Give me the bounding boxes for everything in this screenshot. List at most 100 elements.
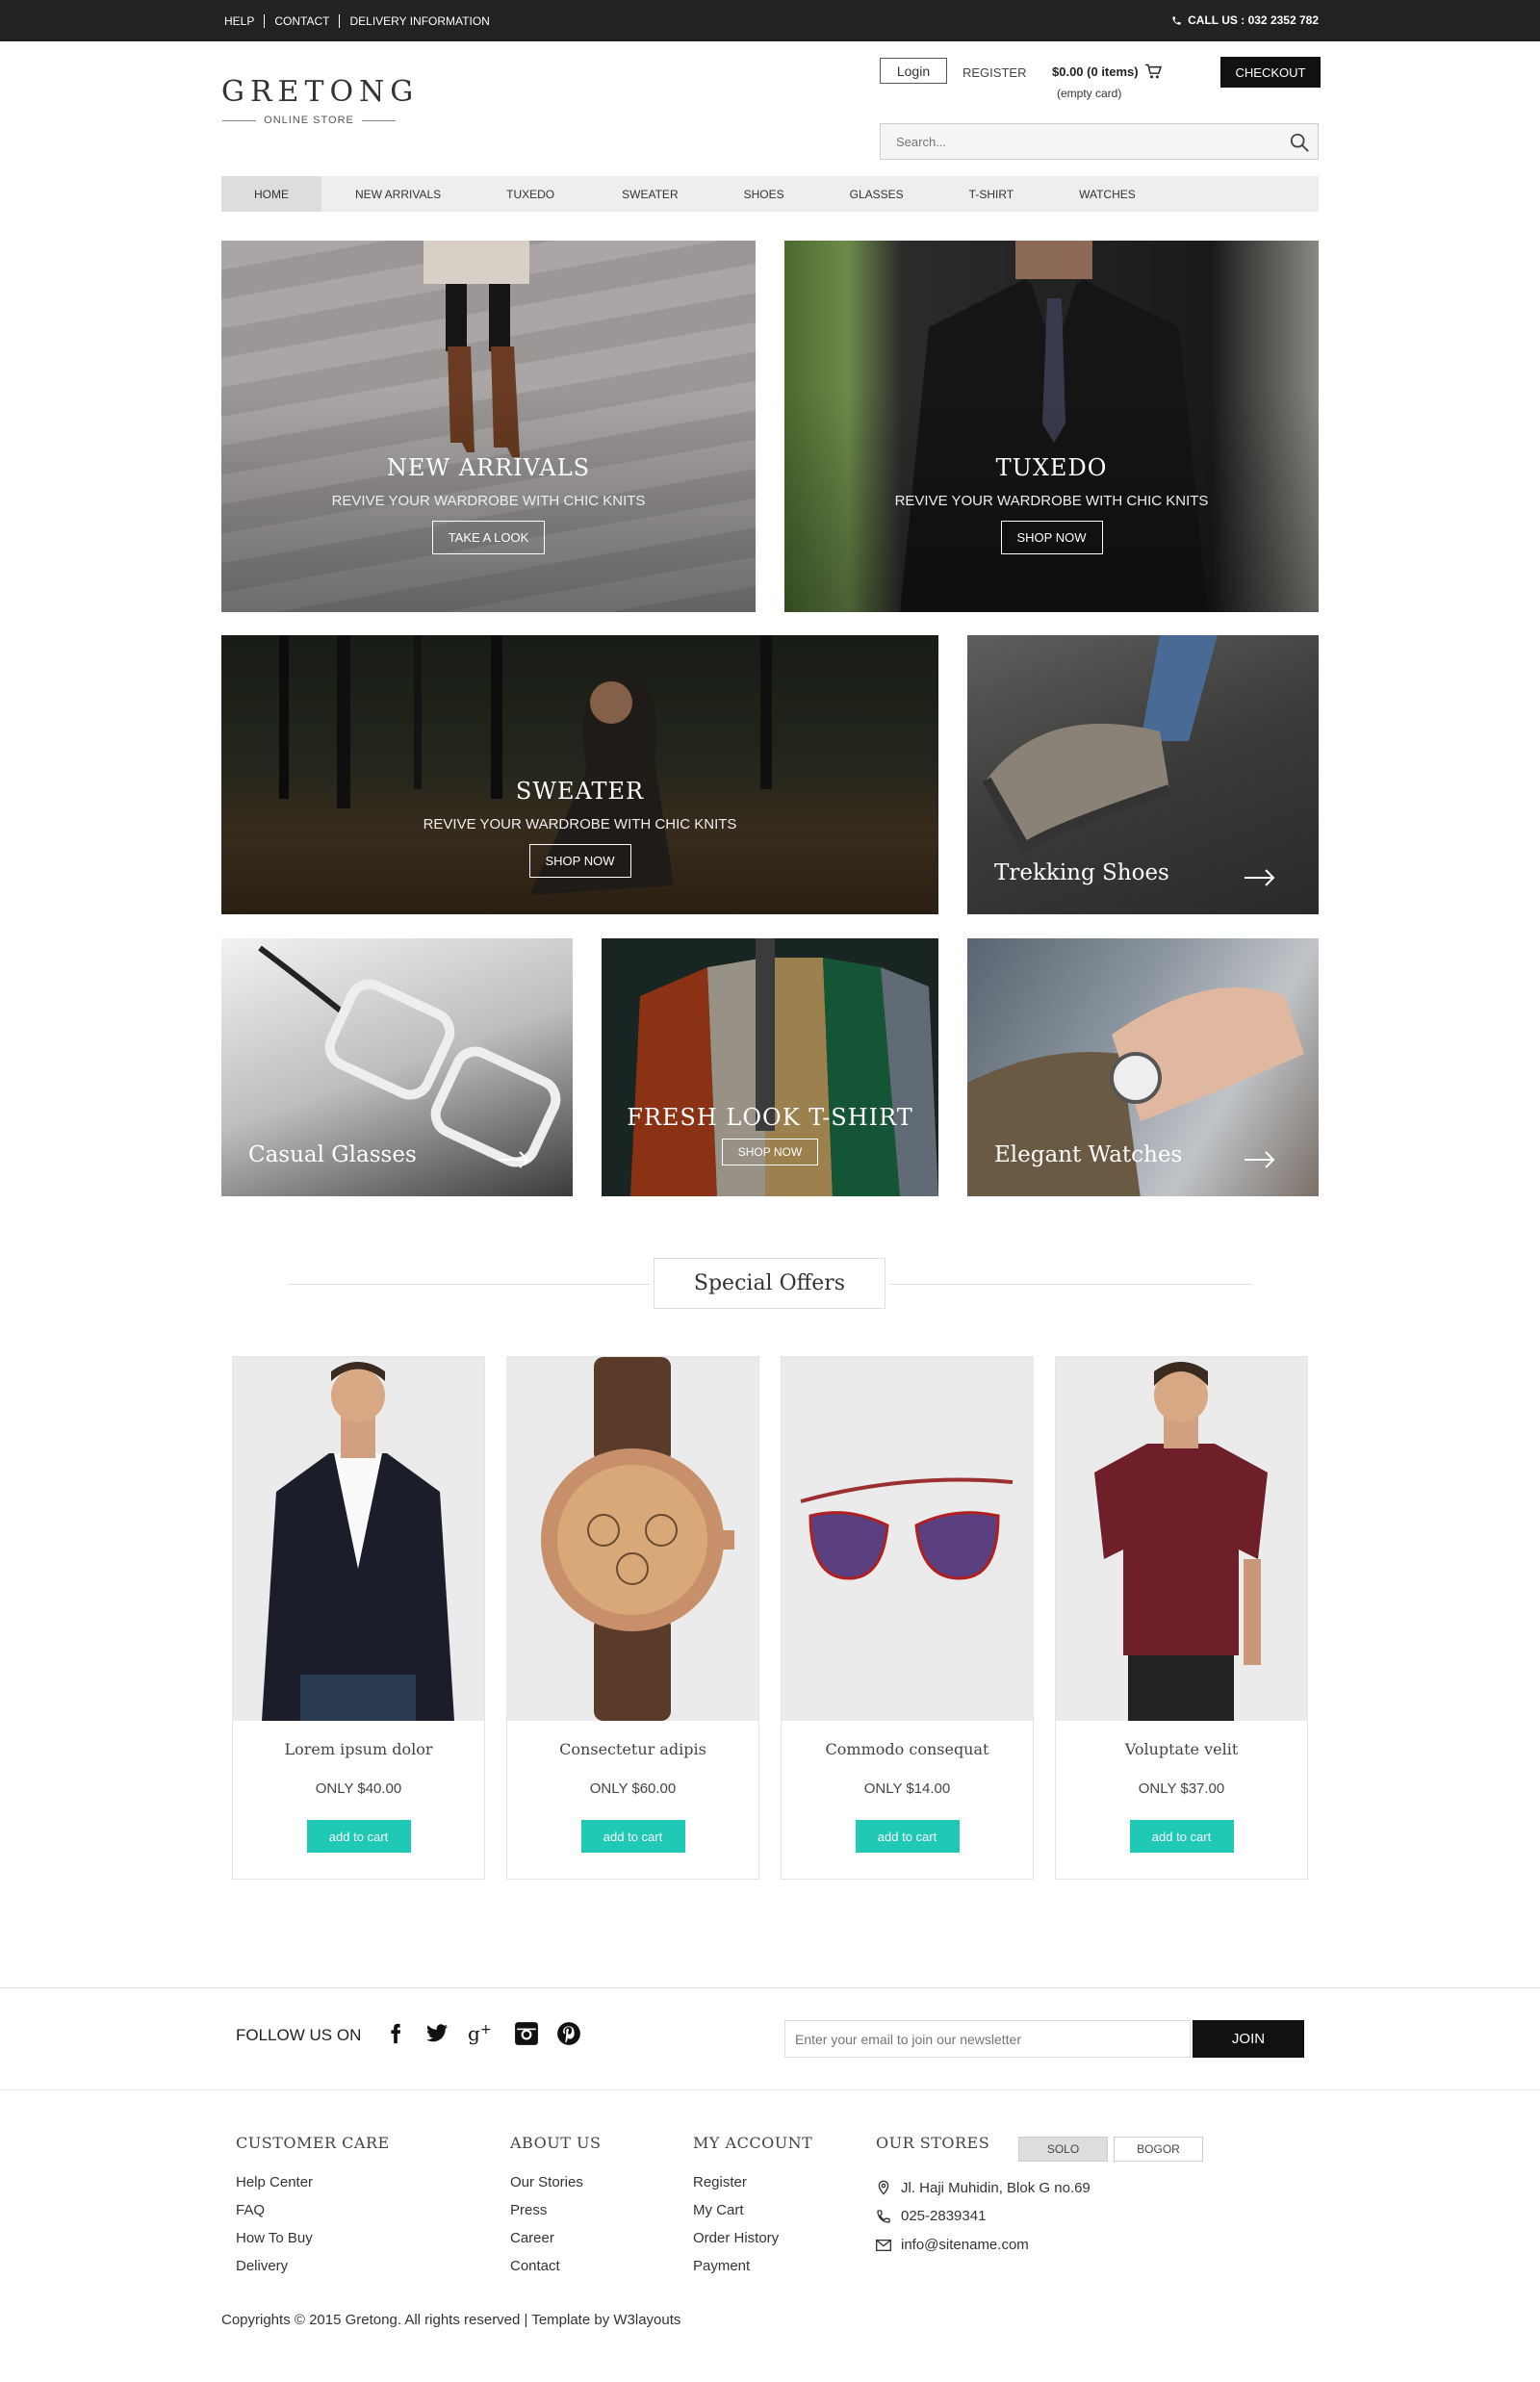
- nav-tshirt[interactable]: T-SHIRT: [904, 176, 1014, 212]
- footer-link[interactable]: Press: [510, 2196, 601, 2224]
- product-price: ONLY $14.00: [863, 1780, 951, 1797]
- banner-sweater[interactable]: SWEATER REVIVE YOUR WARDROBE WITH CHIC K…: [221, 635, 938, 914]
- address-text: Jl. Haji Muhidin, Blok G no.69: [901, 2179, 1091, 2196]
- delivery-info-link[interactable]: DELIVERY INFORMATION: [339, 14, 499, 28]
- footer-link[interactable]: My Cart: [693, 2196, 812, 2224]
- store-email: info@sitename.com: [876, 2237, 1029, 2253]
- social-links: g +: [385, 2021, 581, 2046]
- special-offers-title: Special Offers: [654, 1258, 886, 1309]
- footer-link[interactable]: FAQ: [236, 2196, 390, 2224]
- arrow-right-icon[interactable]: [1245, 1150, 1275, 1169]
- login-button[interactable]: Login: [880, 58, 947, 84]
- nav-home[interactable]: HOME: [221, 176, 321, 212]
- footer-our-stores: OUR STORES: [876, 2134, 989, 2152]
- product-name[interactable]: Voluptate velit: [1056, 1740, 1307, 1758]
- footer-heading: OUR STORES: [876, 2134, 990, 2152]
- pinterest-icon[interactable]: [556, 2021, 581, 2046]
- product-card: Consectetur adipis ONLY $60.00 add to ca…: [506, 1356, 759, 1880]
- product-name[interactable]: Commodo consequat: [782, 1740, 1033, 1758]
- banner-subtitle: REVIVE YOUR WARDROBE WITH CHIC KNITS: [894, 493, 1209, 509]
- mail-icon: [876, 2239, 891, 2251]
- footer-link[interactable]: How To Buy: [236, 2224, 390, 2252]
- cart-total-text: $0.00 (0 items): [1052, 64, 1139, 79]
- footer-link[interactable]: Help Center: [236, 2168, 390, 2196]
- banner-new-arrivals[interactable]: NEW ARRIVALS REVIVE YOUR WARDROBE WITH C…: [221, 241, 756, 612]
- join-button[interactable]: JOIN: [1193, 2020, 1304, 2058]
- banner-subtitle: REVIVE YOUR WARDROBE WITH CHIC KNITS: [423, 816, 737, 832]
- banner-title: SWEATER: [515, 778, 645, 805]
- shop-now-button[interactable]: SHOP NOW: [528, 844, 631, 878]
- svg-text:g: g: [468, 2022, 480, 2045]
- footer-link[interactable]: Payment: [693, 2252, 812, 2280]
- store-phone: 025-2839341: [876, 2208, 986, 2224]
- store-tab-bogor[interactable]: BOGOR: [1114, 2137, 1203, 2162]
- cart-icon: [1144, 64, 1162, 79]
- tshirt-image[interactable]: [1056, 1357, 1307, 1721]
- shop-now-button[interactable]: SHOP NOW: [721, 1139, 819, 1165]
- product-price: ONLY $40.00: [315, 1780, 402, 1797]
- footer-link[interactable]: Register: [693, 2168, 812, 2196]
- checkout-button[interactable]: CHECKOUT: [1220, 57, 1321, 88]
- banner-elegant-watches[interactable]: Elegant Watches: [967, 938, 1319, 1196]
- arrow-right-icon[interactable]: [1245, 868, 1275, 887]
- nav-watches[interactable]: WATCHES: [1014, 176, 1136, 212]
- footer-link[interactable]: Our Stories: [510, 2168, 601, 2196]
- tile-caption: Trekking Shoes: [994, 860, 1169, 885]
- sunglasses-image[interactable]: [782, 1357, 1033, 1721]
- product-card: Lorem ipsum dolor ONLY $40.00 add to car…: [232, 1356, 485, 1880]
- banner-casual-glasses[interactable]: Casual Glasses: [221, 938, 573, 1196]
- newsletter-email-input[interactable]: [785, 2021, 1190, 2057]
- help-link[interactable]: HELP: [224, 14, 264, 28]
- divider: [890, 1284, 1251, 1285]
- footer-link[interactable]: Order History: [693, 2224, 812, 2252]
- product-card: Commodo consequat ONLY $14.00 add to car…: [781, 1356, 1034, 1880]
- svg-text:+: +: [480, 2022, 492, 2037]
- product-name[interactable]: Lorem ipsum dolor: [233, 1740, 484, 1758]
- site-logo[interactable]: GRETONG ONLINE STORE: [221, 75, 413, 126]
- phone-text: 025-2839341: [901, 2208, 987, 2224]
- add-to-cart-button[interactable]: add to cart: [1129, 1820, 1234, 1853]
- cart-summary[interactable]: $0.00 (0 items) (empty card): [1052, 64, 1162, 100]
- contact-link[interactable]: CONTACT: [264, 14, 339, 28]
- nav-tuxedo[interactable]: TUXEDO: [441, 176, 554, 212]
- search-input[interactable]: [881, 124, 1266, 159]
- product-name[interactable]: Consectetur adipis: [507, 1740, 758, 1758]
- top-links: HELP CONTACT DELIVERY INFORMATION: [224, 14, 500, 28]
- arrow-right-icon[interactable]: [499, 1150, 529, 1169]
- twitter-icon[interactable]: [424, 2022, 450, 2045]
- footer-my-account: MY ACCOUNT Register My Cart Order Histor…: [693, 2134, 812, 2280]
- store-tab-solo[interactable]: SOLO: [1018, 2137, 1108, 2162]
- nav-glasses[interactable]: GLASSES: [784, 176, 904, 212]
- email-link[interactable]: info@sitename.com: [901, 2237, 1029, 2253]
- banner-title: NEW ARRIVALS: [386, 454, 591, 481]
- footer-customer-care: CUSTOMER CARE Help Center FAQ How To Buy…: [236, 2134, 390, 2280]
- footer-link[interactable]: Contact: [510, 2252, 601, 2280]
- instagram-icon[interactable]: [514, 2021, 539, 2046]
- footer-link[interactable]: Career: [510, 2224, 601, 2252]
- nav-new-arrivals[interactable]: NEW ARRIVALS: [321, 176, 441, 212]
- add-to-cart-button[interactable]: add to cart: [855, 1820, 960, 1853]
- google-plus-icon[interactable]: g +: [468, 2022, 497, 2045]
- search-icon[interactable]: [1289, 132, 1310, 153]
- main-nav: HOME NEW ARRIVALS TUXEDO SWEATER SHOES G…: [221, 176, 1319, 212]
- banner-tuxedo[interactable]: TUXEDO REVIVE YOUR WARDROBE WITH CHIC KN…: [784, 241, 1319, 612]
- nav-sweater[interactable]: SWEATER: [554, 176, 678, 212]
- cart-total: $0.00 (0 items): [1052, 64, 1162, 79]
- banner-trekking-shoes[interactable]: Trekking Shoes: [967, 635, 1319, 914]
- divider: [289, 1284, 650, 1285]
- blazer-image[interactable]: [233, 1357, 484, 1721]
- banner-title: TUXEDO: [995, 454, 1108, 481]
- banner-fresh-look-tshirt[interactable]: FRESH LOOK T-SHIRT SHOP NOW: [602, 938, 938, 1196]
- watch-image[interactable]: [507, 1357, 758, 1721]
- add-to-cart-button[interactable]: add to cart: [306, 1820, 411, 1853]
- nav-shoes[interactable]: SHOES: [679, 176, 784, 212]
- facebook-icon[interactable]: [385, 2021, 406, 2046]
- take-a-look-button[interactable]: TAKE A LOOK: [431, 521, 546, 554]
- cart-empty-text: (empty card): [1057, 87, 1122, 100]
- shop-now-button[interactable]: SHOP NOW: [1000, 521, 1103, 554]
- follow-us-label: FOLLOW US ON: [236, 2026, 362, 2044]
- footer-link[interactable]: Delivery: [236, 2252, 390, 2280]
- product-price: ONLY $37.00: [1138, 1780, 1225, 1797]
- add-to-cart-button[interactable]: add to cart: [580, 1820, 685, 1853]
- register-link[interactable]: REGISTER: [962, 65, 1026, 80]
